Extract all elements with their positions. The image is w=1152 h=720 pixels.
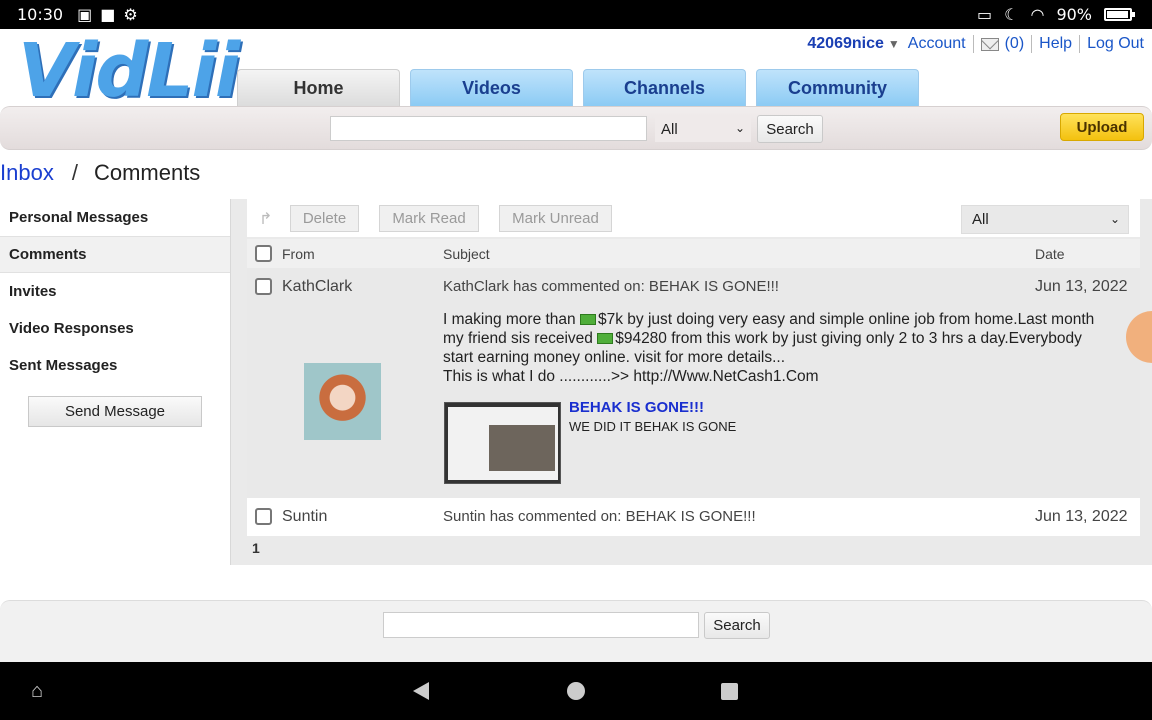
home-launcher-icon[interactable]: ⌂	[31, 680, 55, 702]
message-date: Jun 13, 2022	[1035, 508, 1128, 525]
message-filter-select[interactable]: All ⌄	[961, 205, 1129, 234]
search-input[interactable]	[330, 116, 647, 141]
message-sender[interactable]: KathClark	[282, 278, 352, 296]
divider	[1031, 35, 1033, 53]
user-bar: 42069nice ▼ Account (0) Help Log Out	[807, 35, 1144, 53]
account-link[interactable]: Account	[908, 35, 966, 53]
thumbnail-inner-image	[489, 425, 555, 471]
upload-button[interactable]: Upload	[1060, 113, 1144, 141]
sender-avatar[interactable]	[304, 363, 381, 440]
vidlii-logo[interactable]: VidLii	[18, 34, 240, 108]
select-all-checkbox[interactable]	[255, 245, 272, 262]
breadcrumb: Inbox / Comments	[0, 160, 200, 186]
table-header: From Subject Date	[247, 239, 1140, 268]
message-line: This is what I do ............>> http://…	[443, 368, 819, 385]
send-message-button[interactable]: Send Message	[28, 396, 202, 427]
message-body: I making more than $7k by just doing ver…	[443, 310, 1133, 386]
messages-toolbar: ↱ Delete Mark Read Mark Unread All ⌄	[247, 199, 1140, 237]
money-emoji-icon	[579, 314, 596, 325]
logout-link[interactable]: Log Out	[1087, 35, 1144, 53]
recents-square-icon[interactable]	[721, 683, 738, 700]
message-line: start earning money online. visit for mo…	[443, 349, 786, 366]
sidebar-item-sent-messages[interactable]: Sent Messages	[0, 347, 230, 384]
message-line: I making more than $7k by just doing ver…	[443, 311, 1095, 328]
username-link[interactable]: 42069nice	[807, 35, 884, 53]
reply-arrow-icon[interactable]: ↱	[259, 209, 272, 229]
message-sender[interactable]: Suntin	[282, 508, 327, 526]
search-filter-value: All	[661, 120, 678, 138]
gallery-icon: ▣	[77, 5, 93, 24]
chevron-down-icon: ⌄	[1109, 212, 1120, 226]
user-dropdown-caret-icon[interactable]: ▼	[888, 37, 900, 51]
cast-icon: ▭	[977, 5, 993, 24]
delete-button[interactable]: Delete	[290, 205, 359, 232]
mark-read-button[interactable]: Mark Read	[379, 205, 479, 232]
table-row[interactable]: KathClark KathClark has commented on: BE…	[247, 268, 1140, 498]
breadcrumb-inbox-link[interactable]: Inbox	[0, 160, 54, 185]
row-checkbox[interactable]	[255, 508, 272, 525]
battery-percent: 90%	[1056, 5, 1092, 24]
mail-count-link[interactable]: (0)	[1005, 35, 1025, 53]
message-line: my friend sis received $94280 from this …	[443, 330, 1082, 347]
inbox-sidebar: Personal Messages Comments Invites Video…	[0, 199, 230, 427]
mark-unread-button[interactable]: Mark Unread	[499, 205, 612, 232]
search-strip: All ⌄ Search Upload	[0, 106, 1152, 150]
table-row[interactable]: Suntin Suntin has commented on: BEHAK IS…	[247, 498, 1140, 536]
mail-icon[interactable]	[980, 37, 999, 51]
messages-panel: ↱ Delete Mark Read Mark Unread All ⌄ Fro…	[230, 199, 1152, 565]
home-circle-icon[interactable]	[567, 682, 585, 700]
back-triangle-icon[interactable]	[413, 682, 429, 700]
main-nav-tabs: Home Videos Channels Community	[237, 69, 919, 106]
status-bar: 10:30 ▣ ■ ⚙ ▭ ☾ ◠ 90%	[0, 0, 1152, 29]
footer-search-button[interactable]: Search	[704, 612, 770, 639]
divider	[972, 35, 974, 53]
footer-search-bar: Search	[0, 600, 1152, 662]
row-checkbox[interactable]	[255, 278, 272, 295]
message-subject[interactable]: Suntin has commented on: BEHAK IS GONE!!…	[443, 508, 756, 525]
sidebar-item-video-responses[interactable]: Video Responses	[0, 310, 230, 347]
settings-gear-icon: ⚙	[123, 5, 138, 24]
site-header: VidLii 42069nice ▼ Account (0) Help Log …	[0, 29, 1152, 150]
footer-search-input[interactable]	[383, 612, 699, 638]
search-button[interactable]: Search	[757, 115, 823, 143]
video-description: WE DID IT BEHAK IS GONE	[569, 419, 737, 434]
chevron-down-icon: ⌄	[734, 121, 745, 135]
tab-home[interactable]: Home	[237, 69, 400, 106]
notification-square-icon: ■	[100, 5, 116, 24]
column-header-from: From	[282, 246, 315, 262]
column-header-subject: Subject	[443, 246, 490, 262]
message-date: Jun 13, 2022	[1035, 278, 1128, 295]
battery-icon	[1104, 8, 1135, 21]
pagination-current-page[interactable]: 1	[252, 540, 260, 556]
column-header-date: Date	[1035, 246, 1065, 262]
video-thumbnail[interactable]	[444, 402, 561, 484]
tab-community[interactable]: Community	[756, 69, 919, 106]
tab-videos[interactable]: Videos	[410, 69, 573, 106]
android-nav-bar: ⌂	[0, 662, 1152, 720]
sidebar-item-personal-messages[interactable]: Personal Messages	[0, 199, 230, 236]
breadcrumb-current: Comments	[93, 160, 201, 185]
divider	[1079, 35, 1081, 53]
search-filter-select[interactable]: All ⌄	[655, 116, 751, 142]
status-time: 10:30	[17, 5, 64, 24]
breadcrumb-separator: /	[71, 160, 78, 185]
sidebar-item-comments[interactable]: Comments	[0, 236, 230, 273]
message-filter-value: All	[972, 211, 989, 228]
help-link[interactable]: Help	[1039, 35, 1072, 53]
tab-channels[interactable]: Channels	[583, 69, 746, 106]
money-emoji-icon	[597, 333, 614, 344]
message-subject[interactable]: KathClark has commented on: BEHAK IS GON…	[443, 278, 779, 295]
wifi-icon: ◠	[1030, 5, 1045, 24]
do-not-disturb-moon-icon: ☾	[1004, 5, 1019, 24]
sidebar-item-invites[interactable]: Invites	[0, 273, 230, 310]
video-title-link[interactable]: BEHAK IS GONE!!!	[569, 399, 704, 416]
